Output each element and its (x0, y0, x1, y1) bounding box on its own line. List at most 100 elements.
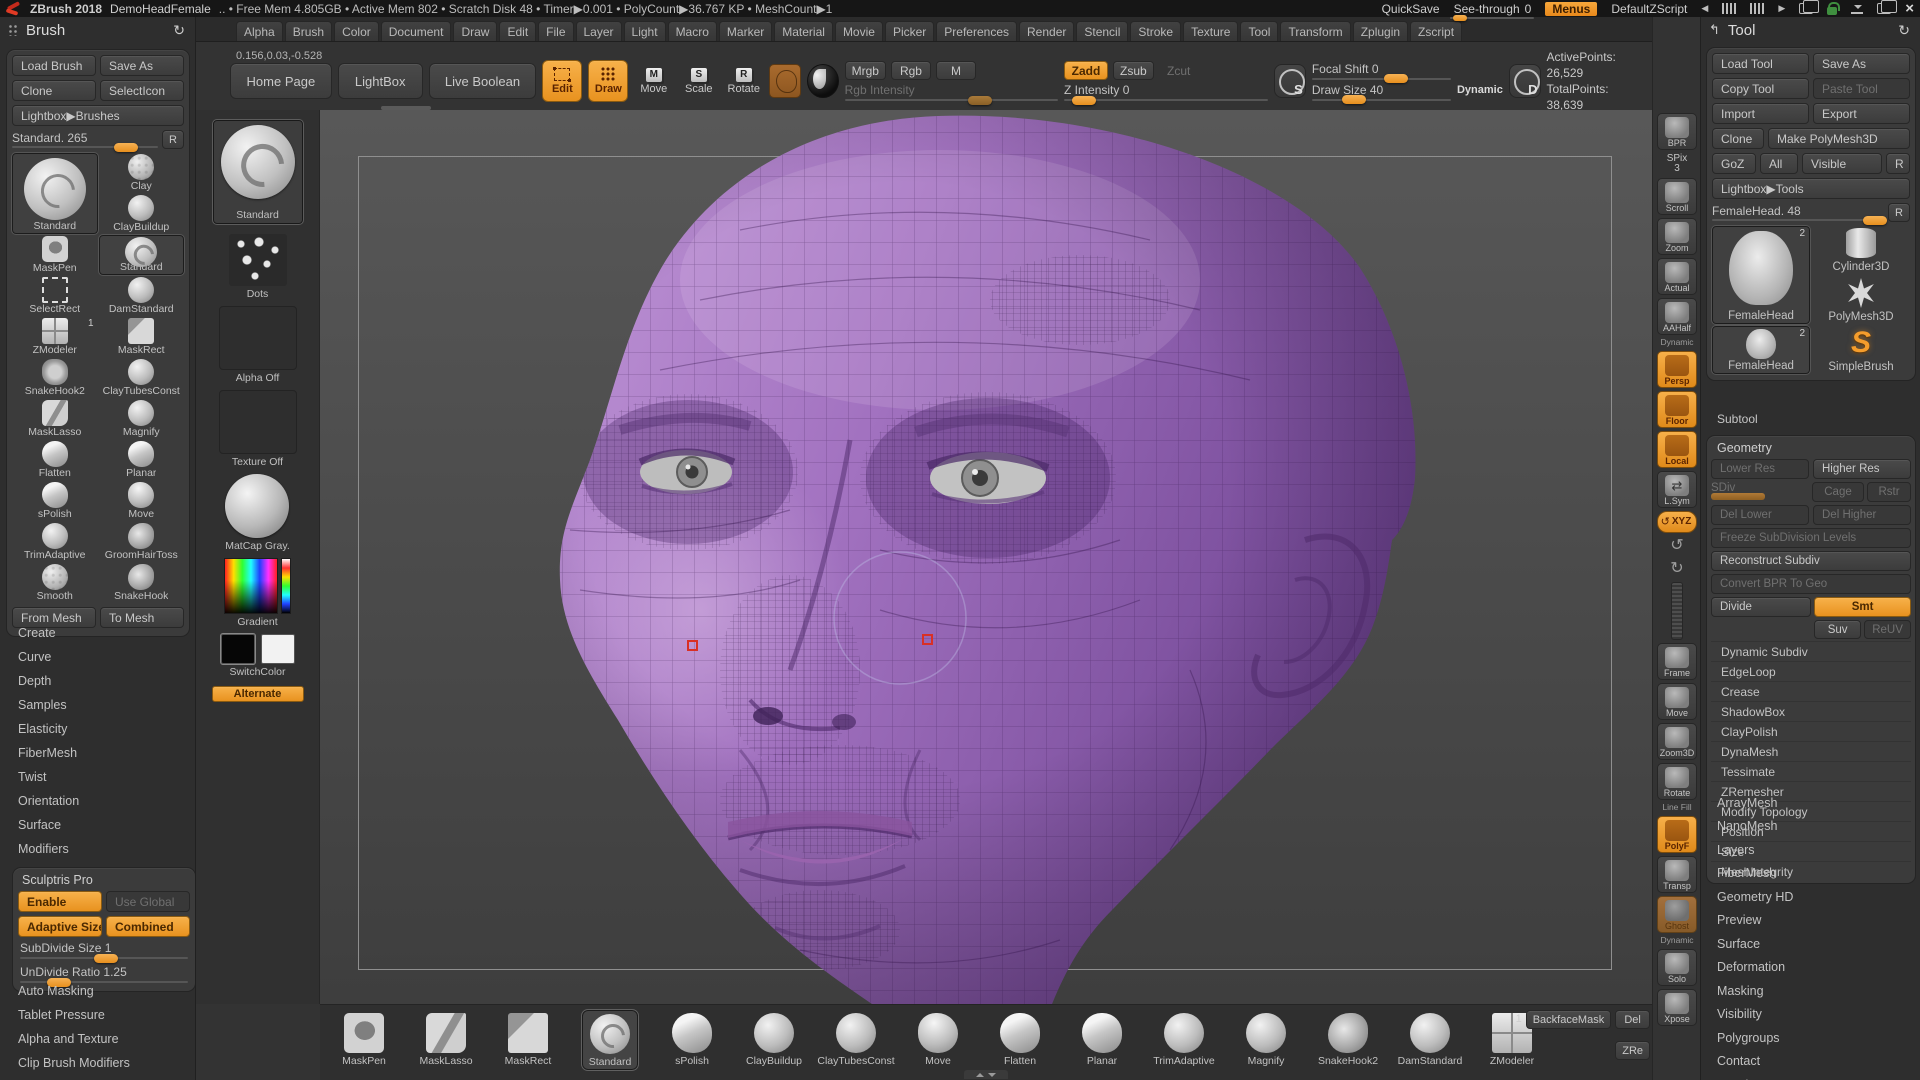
shelf-button[interactable]: Floor (1657, 391, 1697, 428)
brush-tile[interactable]: SnakeHook (99, 563, 185, 603)
tool-item[interactable]: 2 FemaleHead (1712, 326, 1810, 374)
export-button[interactable]: Export (1813, 103, 1910, 124)
menu-tab[interactable]: Alpha (236, 21, 283, 41)
focal-shift-slider[interactable]: Focal Shift 0 (1312, 62, 1451, 80)
subdivide-size-slider[interactable]: SubDivide Size 1 (20, 941, 188, 959)
clone-brush-button[interactable]: Clone (12, 80, 96, 101)
menu-tab[interactable]: Texture (1183, 21, 1238, 41)
tray-brush-item[interactable]: DamStandard (1402, 1010, 1458, 1070)
shelf-button[interactable]: Solo (1657, 949, 1697, 986)
restore-config-icon[interactable]: ↻ (1898, 22, 1910, 39)
tray-brush-item[interactable]: SnakeHook2 (1320, 1010, 1376, 1070)
select-icon-button[interactable]: SelectIcon (100, 80, 184, 101)
tray-brush-item[interactable]: Move (910, 1010, 966, 1070)
tray-brush-item[interactable]: Standard (582, 1010, 638, 1070)
adaptive-size-button[interactable]: Adaptive Size (18, 916, 102, 937)
viewport-model[interactable] (320, 110, 1652, 1004)
brush-tile[interactable]: sPolish (12, 481, 98, 521)
shelf-button[interactable] (1671, 582, 1683, 640)
paste-tool-button[interactable]: Paste Tool (1813, 78, 1910, 99)
home-page-button[interactable]: Home Page (230, 63, 332, 99)
brush-tile[interactable]: TrimAdaptive (12, 522, 98, 562)
geometry-subsection-row[interactable]: Tessimate (1711, 761, 1911, 781)
shelf-button[interactable]: PolyF (1657, 816, 1697, 853)
shelf-button[interactable]: SPix 3 (1657, 153, 1697, 175)
brush-section-row[interactable]: Curve (0, 645, 196, 669)
lightbox-tools-button[interactable]: Lightbox▶Tools (1712, 178, 1910, 199)
goz-button[interactable]: GoZ (1712, 153, 1756, 174)
shelf-button[interactable]: ↻ (1657, 559, 1697, 579)
tool-section-row[interactable]: Morph Target (1701, 1073, 1920, 1080)
menu-tab[interactable]: Material (774, 21, 833, 41)
quicksave-button[interactable]: QuickSave (1382, 2, 1440, 16)
load-brush-button[interactable]: Load Brush (12, 55, 96, 76)
shelf-button[interactable]: Xpose (1657, 989, 1697, 1026)
current-alpha-tile[interactable]: Alpha Off (219, 306, 297, 384)
menu-tab[interactable]: Movie (835, 21, 883, 41)
dynamic-label[interactable]: Dynamic (1457, 84, 1503, 96)
brush-section-row[interactable]: Depth (0, 669, 196, 693)
menu-tab[interactable]: Transform (1280, 21, 1350, 41)
tool-section-row[interactable]: Contact (1701, 1050, 1920, 1074)
minimize-button[interactable] (1851, 4, 1863, 14)
divide-button[interactable]: Divide (1711, 597, 1811, 617)
tray-brush-item[interactable]: Planar (1074, 1010, 1130, 1070)
color-picker[interactable]: Gradient (224, 558, 291, 628)
shelf-button[interactable]: BPR (1657, 113, 1697, 150)
backface-mask-button[interactable]: BackfaceMask (1526, 1010, 1612, 1029)
brush-section-row[interactable]: Modifiers (0, 837, 196, 861)
geometry-subsection-row[interactable]: ShadowBox (1711, 701, 1911, 721)
draw-mode-button[interactable]: Draw (588, 60, 628, 102)
tray-brush-item[interactable]: ClayBuildup (746, 1010, 802, 1070)
menu-tab[interactable]: Layer (576, 21, 622, 41)
tool-section-row[interactable]: Masking (1701, 979, 1920, 1003)
rgb-intensity-slider[interactable]: Rgb Intensity (845, 83, 1058, 101)
geometry-subsection-row[interactable]: Dynamic Subdiv (1711, 641, 1911, 661)
tray-brush-item[interactable]: Magnify (1238, 1010, 1294, 1070)
brush-section-row[interactable]: Create (0, 621, 196, 645)
secondary-color-swatch[interactable] (261, 634, 295, 664)
del-button-truncated[interactable]: Del (1615, 1010, 1650, 1029)
brush-tile[interactable]: 1 ZModeler (12, 317, 98, 357)
tray-scroll-right-icon[interactable]: ▶ (1778, 4, 1785, 13)
shelf-button[interactable]: Actual (1657, 258, 1697, 295)
shelf-button[interactable]: Transp (1657, 856, 1697, 893)
menu-tab[interactable]: Stroke (1130, 21, 1181, 41)
load-tool-button[interactable]: Load Tool (1712, 53, 1809, 74)
tool-section-row[interactable]: ArrayMesh (1701, 791, 1920, 815)
palette-grip-icon[interactable] (8, 24, 18, 36)
brush-section-row[interactable]: Smooth Brush Modifiers (0, 1075, 196, 1080)
tool-section-row[interactable]: Surface (1701, 932, 1920, 956)
current-material-thumbnail[interactable] (807, 64, 839, 98)
edit-mode-button[interactable]: Edit (542, 60, 582, 102)
brush-tile[interactable]: MaskPen (12, 235, 98, 275)
panel-collapse-icon[interactable]: ↰ (1709, 22, 1720, 38)
current-stroke-tile[interactable]: Dots (229, 234, 287, 300)
restore-config-icon[interactable]: ↻ (173, 22, 185, 39)
tray-brush-item[interactable]: Flatten (992, 1010, 1048, 1070)
brush-section-row[interactable]: Surface (0, 813, 196, 837)
goz-visible-button[interactable]: Visible (1802, 153, 1882, 174)
alternate-button[interactable]: Alternate (212, 686, 304, 702)
brush-tile[interactable]: Clay (99, 153, 185, 193)
brush-tile[interactable]: ClayTubesConst (99, 358, 185, 398)
menu-tab[interactable]: Preferences (936, 21, 1017, 41)
brush-tile[interactable]: DamStandard (99, 276, 185, 316)
tray-brush-item[interactable]: sPolish (664, 1010, 720, 1070)
brush-tile[interactable]: Move (99, 481, 185, 521)
tray-brush-item[interactable]: TrimAdaptive (1156, 1010, 1212, 1070)
brush-section-row[interactable]: Clip Brush Modifiers (0, 1051, 196, 1075)
shelf-button[interactable]: Rotate (1657, 763, 1697, 800)
zadd-button[interactable]: Zadd (1064, 61, 1108, 80)
zcut-button[interactable]: Zcut (1159, 61, 1199, 80)
tool-select-slider[interactable]: FemaleHead. 48 (1712, 204, 1884, 221)
unlock-icon[interactable] (1827, 7, 1837, 15)
menu-tab[interactable]: Color (334, 21, 379, 41)
draw-size-slider[interactable]: Draw Size 40 (1312, 83, 1451, 101)
higher-res-button[interactable]: Higher Res (1813, 459, 1911, 479)
brush-section-row[interactable]: Elasticity (0, 717, 196, 741)
brush-section-row[interactable]: Alpha and Texture (0, 1027, 196, 1051)
hue-strip[interactable] (281, 558, 291, 614)
shelf-button[interactable]: Scroll (1657, 178, 1697, 215)
cage-button[interactable]: Cage (1812, 482, 1864, 502)
